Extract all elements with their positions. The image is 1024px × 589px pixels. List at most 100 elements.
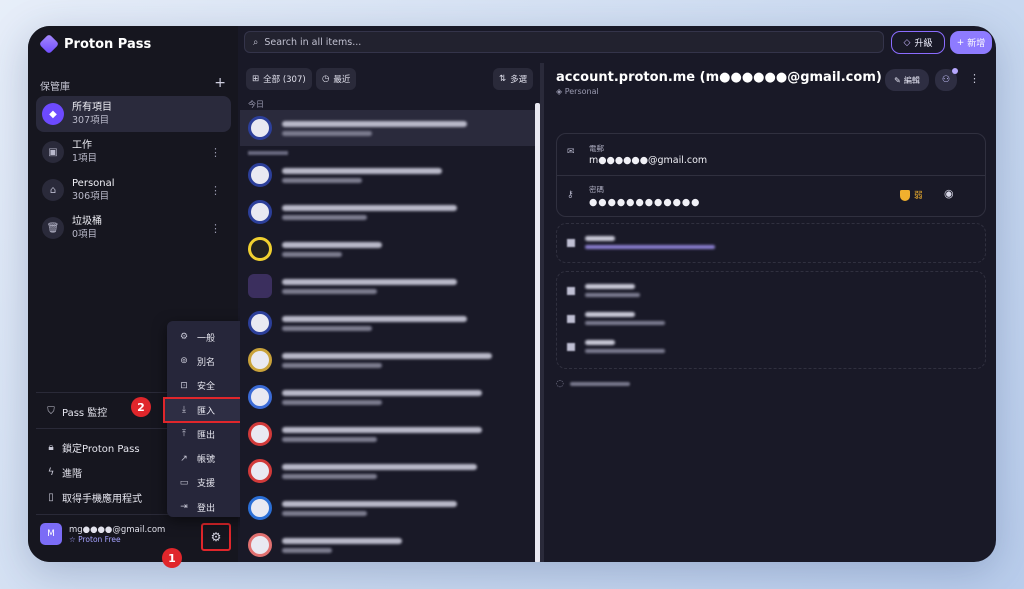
item-favicon [248,385,272,409]
list-item[interactable] [240,416,536,452]
list-item[interactable] [240,268,536,304]
blurred-row [567,312,665,325]
history-link[interactable]: ◌ [556,379,630,389]
search-bar[interactable]: ⌕ Search in all items... [244,31,884,53]
item-favicon [248,274,272,298]
filter-all-button[interactable]: ⊞ 全部 (307) [246,68,312,90]
history-icon: ◌ [556,379,564,389]
vault-trash[interactable]: 🗑 垃圾桶 0項目 ⋮ [36,210,231,246]
vault-count: 307項目 [72,115,110,126]
lock-icon: 🔒︎ [48,442,54,453]
vault-more-icon[interactable]: ⋮ [210,146,221,159]
key-icon: ⚷ [567,190,574,200]
list-item[interactable] [240,490,536,526]
pass-monitor-link[interactable]: ⛉ Pass 監控 [46,404,107,419]
list-item[interactable] [240,379,536,415]
lightning-icon: ϟ [47,467,55,478]
advanced-link[interactable]: ϟ 進階 [46,465,82,480]
more-options-icon[interactable]: ⋮ [969,72,980,85]
lock-app-link[interactable]: 🔒︎ 鎖定Proton Pass [46,440,139,455]
blurred-card [556,271,986,369]
item-favicon [248,311,272,335]
vaults-header: 保管庫 + [40,76,226,93]
get-app-label: 取得手機應用程式 [62,494,142,505]
section-label-blurred [248,151,288,155]
vault-count: 306項目 [72,191,110,202]
item-favicon [248,237,272,261]
vault-more-icon[interactable]: ⋮ [210,184,221,197]
item-detail: account.proton.me (m●●●●●●@gmail.com) ◈ … [546,63,996,562]
gear-icon: ⚙ [179,332,189,343]
credentials-card: ✉ 電郵 m●●●●●●@gmail.com ⚷ 密碼 ●●●●●●●●●●●● [556,133,986,217]
get-mobile-app-link[interactable]: ▯ 取得手機應用程式 [46,490,142,505]
list-item[interactable] [240,527,536,562]
blurred-card [556,223,986,263]
menu-label: 匯入 [197,406,216,417]
filter-recent-label: 最近 [333,75,351,85]
blurred-icon [567,342,575,351]
multi-select-label: 多選 [510,75,528,85]
phone-icon: ▯ [48,492,54,503]
email-label: 電郵 [589,144,604,153]
vault-more-icon[interactable]: ⋮ [210,222,221,235]
list-scroll-track [540,63,544,562]
filter-recent-button[interactable]: ◷ 最近 [316,68,357,90]
new-item-button[interactable]: + 新增 [950,31,992,54]
show-password-icon[interactable]: ◉ [944,187,954,200]
vault-name: 工作 [72,140,92,151]
briefcase-icon: ▣ [42,141,64,163]
edit-button[interactable]: ✎ 編輯 [885,69,929,91]
pencil-icon: ✎ [894,75,901,85]
item-favicon [248,459,272,483]
search-input[interactable]: Search in all items... [264,37,361,48]
vault-all-items[interactable]: ◆ 所有項目 307項目 [36,96,231,132]
app-name: Proton Pass [64,36,152,52]
add-vault-icon[interactable]: + [214,76,226,93]
email-row[interactable]: ✉ 電郵 m●●●●●●@gmail.com [557,134,985,176]
advanced-label: 進階 [62,469,82,480]
vault-personal[interactable]: ⌂ Personal 306項目 ⋮ [36,172,231,208]
multi-select-button[interactable]: ⇅ 多選 [493,68,534,90]
settings-button[interactable]: ⚙ [201,523,231,551]
list-item[interactable] [240,157,536,193]
menu-label: 匯出 [197,430,216,441]
list-item[interactable] [240,305,536,341]
item-favicon [248,163,272,187]
list-item[interactable] [240,231,536,267]
list-item[interactable] [240,194,536,230]
gem-icon: ◇ [903,37,911,48]
item-vault: ◈ Personal [556,87,599,96]
search-icon: ⌕ [253,36,259,48]
external-link-icon: ↗ [180,453,188,464]
envelope-icon: ✉ [567,147,575,157]
pass-monitor-label: Pass 監控 [62,408,108,419]
gear-icon: ⚙ [210,530,222,544]
list-item[interactable] [240,342,536,378]
trash-icon: 🗑 [42,217,64,239]
plan-label: Proton Free [78,534,121,544]
list-item[interactable] [240,453,536,489]
list-scrollbar[interactable] [535,103,540,562]
diamond-icon: ◆ [42,103,64,125]
upgrade-button[interactable]: ◇ 升級 [891,31,945,54]
blurred-row [567,340,665,353]
item-favicon [248,533,272,557]
account-plan: ☆ Proton Free [69,534,121,544]
menu-label: 別名 [197,357,216,368]
account-info[interactable]: M mg●●●●@gmail.com ☆ Proton Free [40,523,165,545]
upgrade-label: 升級 [914,39,933,49]
alias-icon: ⊚ [180,356,188,367]
logout-icon: ⇥ [180,502,188,513]
vault-work[interactable]: ▣ 工作 1項目 ⋮ [36,134,231,170]
vault-count: 1項目 [72,153,98,164]
home-icon: ⌂ [42,179,64,201]
step-1-marker: 1 [162,548,182,568]
item-favicon [248,496,272,520]
step-2-marker: 2 [131,397,151,417]
sort-icon: ⇅ [499,74,507,84]
app-window: Proton Pass 保管庫 + ◆ 所有項目 307項目 ▣ 工作 1項目 … [28,26,996,562]
password-label: 密碼 [589,185,604,194]
menu-label: 帳號 [197,455,216,466]
lock-icon: ⊡ [180,380,188,391]
list-item[interactable] [240,110,536,146]
